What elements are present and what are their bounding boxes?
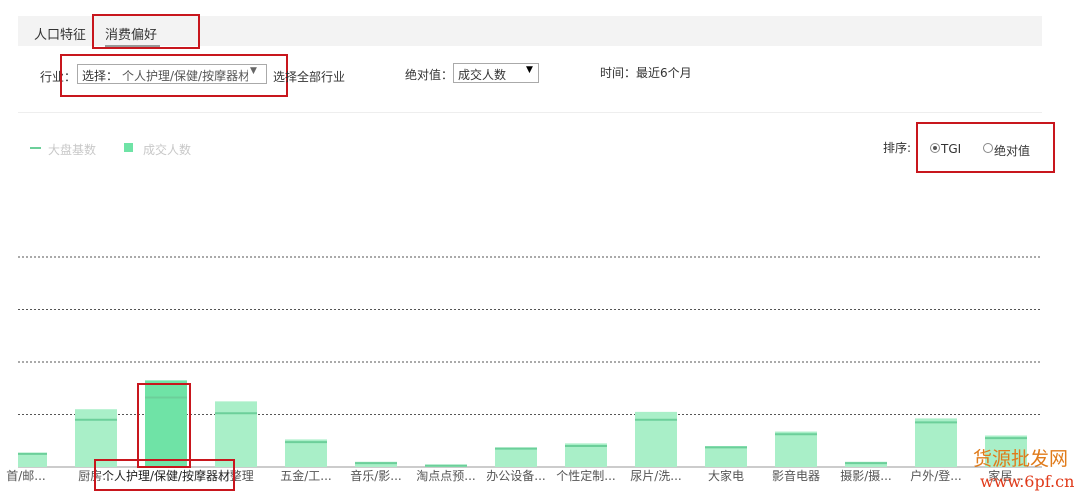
tick-label: 办公设备... bbox=[486, 468, 545, 483]
tick-label: 首/邮... bbox=[6, 469, 46, 483]
highlight-box-category bbox=[94, 459, 235, 491]
bar[interactable] bbox=[705, 446, 747, 467]
tick-label: 个性定制... bbox=[556, 468, 615, 483]
bar[interactable] bbox=[915, 418, 957, 467]
tick-label: 摄影/摄... bbox=[840, 468, 892, 483]
tick-label: 大家电 bbox=[708, 468, 744, 483]
bar[interactable] bbox=[215, 401, 257, 467]
watermark-logo: 货源批发网 bbox=[973, 448, 1069, 470]
tick-label: 户外/登... bbox=[910, 468, 962, 483]
bar[interactable] bbox=[775, 431, 817, 467]
highlight-box-bar bbox=[137, 383, 191, 468]
tick-label: 尿片/洗... bbox=[630, 469, 682, 483]
tick-label: 影音电器 bbox=[772, 468, 820, 483]
tick-label: 淘点点预... bbox=[416, 469, 475, 483]
bar[interactable] bbox=[285, 439, 327, 467]
watermark-url: www.6pf.cn bbox=[980, 472, 1075, 491]
tick-label: 音乐/影... bbox=[350, 468, 402, 483]
bar[interactable] bbox=[495, 447, 537, 467]
tick-label: 五金/工... bbox=[280, 468, 332, 483]
